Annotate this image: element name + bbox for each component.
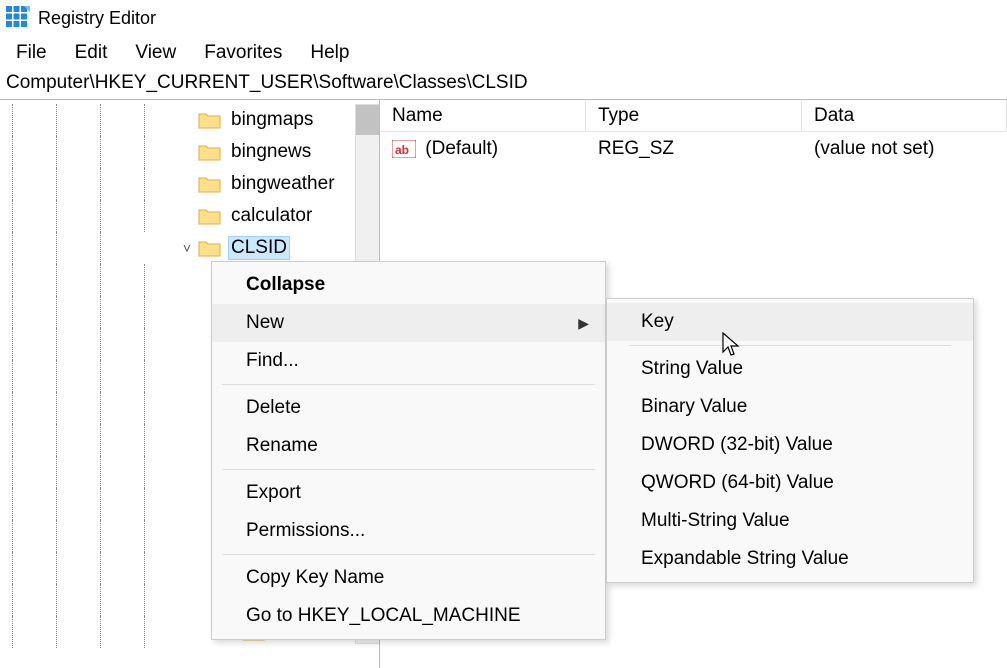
menu-favorites[interactable]: Favorites: [190, 38, 296, 68]
chevron-down-icon[interactable]: ˅: [176, 240, 198, 256]
window-title: Registry Editor: [38, 8, 156, 29]
menu-permissions[interactable]: Permissions...: [212, 512, 605, 550]
menu-new-expandstring[interactable]: Expandable String Value: [607, 540, 973, 578]
tree-label: CLSID: [228, 236, 290, 260]
tree-item[interactable]: bingweather: [0, 168, 379, 200]
menu-copy-key-name[interactable]: Copy Key Name: [212, 559, 605, 597]
svg-text:ab: ab: [395, 143, 409, 157]
separator: [629, 345, 951, 346]
tree-label: calculator: [228, 204, 315, 228]
menu-new-key[interactable]: Key: [607, 303, 973, 341]
menu-new[interactable]: New ▶: [212, 304, 605, 342]
folder-icon: [198, 110, 222, 130]
tree-item[interactable]: calculator: [0, 200, 379, 232]
menu-file[interactable]: File: [2, 38, 61, 68]
menu-help[interactable]: Help: [296, 38, 363, 68]
tree-label: bingweather: [228, 172, 338, 196]
tree-item[interactable]: bingmaps: [0, 104, 379, 136]
value-type: REG_SZ: [586, 138, 802, 160]
separator: [222, 384, 595, 385]
column-type[interactable]: Type: [586, 100, 802, 131]
tree-item[interactable]: bingnews: [0, 136, 379, 168]
value-name: (Default): [425, 138, 498, 159]
list-header: Name Type Data: [380, 100, 1007, 132]
value-row[interactable]: ab (Default) REG_SZ (value not set): [380, 132, 1007, 166]
menu-new-binary[interactable]: Binary Value: [607, 388, 973, 426]
context-menu: Collapse New ▶ Find... Delete Rename Exp…: [211, 261, 606, 640]
value-data: (value not set): [802, 138, 1007, 160]
column-data[interactable]: Data: [802, 100, 1007, 131]
address-bar[interactable]: Computer\HKEY_CURRENT_USER\Software\Clas…: [0, 70, 1007, 100]
address-text: Computer\HKEY_CURRENT_USER\Software\Clas…: [6, 72, 528, 93]
tree-item-selected[interactable]: ˅ CLSID: [0, 232, 379, 264]
menu-export[interactable]: Export: [212, 474, 605, 512]
folder-icon: [198, 238, 222, 258]
menu-new-dword[interactable]: DWORD (32-bit) Value: [607, 426, 973, 464]
title-bar: Registry Editor: [0, 0, 1007, 36]
string-value-icon: ab: [392, 140, 416, 158]
menu-new-qword[interactable]: QWORD (64-bit) Value: [607, 464, 973, 502]
menu-goto-hklm[interactable]: Go to HKEY_LOCAL_MACHINE: [212, 597, 605, 635]
scrollbar-thumb[interactable]: [356, 105, 379, 135]
menu-bar: File Edit View Favorites Help: [0, 36, 1007, 70]
separator: [222, 554, 595, 555]
menu-edit[interactable]: Edit: [61, 38, 122, 68]
regedit-icon: [6, 6, 30, 30]
column-name[interactable]: Name: [380, 100, 586, 131]
folder-icon: [198, 174, 222, 194]
context-submenu-new: Key String Value Binary Value DWORD (32-…: [606, 298, 974, 583]
menu-find[interactable]: Find...: [212, 342, 605, 380]
folder-icon: [198, 206, 222, 226]
menu-new-string[interactable]: String Value: [607, 350, 973, 388]
menu-new-multistring[interactable]: Multi-String Value: [607, 502, 973, 540]
menu-collapse[interactable]: Collapse: [212, 266, 605, 304]
folder-icon: [198, 142, 222, 162]
menu-view[interactable]: View: [121, 38, 190, 68]
tree-label: bingnews: [228, 140, 314, 164]
menu-rename[interactable]: Rename: [212, 427, 605, 465]
tree-label: bingmaps: [228, 108, 316, 132]
menu-delete[interactable]: Delete: [212, 389, 605, 427]
separator: [222, 469, 595, 470]
chevron-right-icon: ▶: [578, 315, 589, 332]
